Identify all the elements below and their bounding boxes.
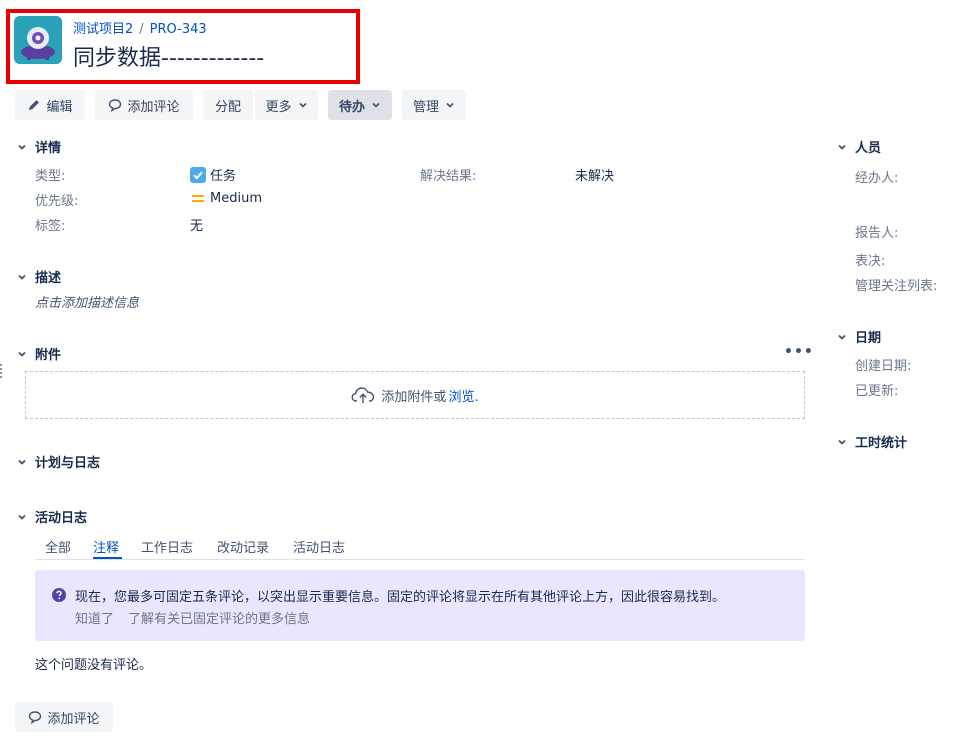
chevron-down-icon: [18, 274, 26, 280]
chevron-down-icon: [838, 439, 846, 445]
comment-icon: [29, 711, 42, 724]
description-heading: 描述: [35, 271, 62, 286]
chevron-down-icon: [18, 144, 26, 150]
more-dropdown[interactable]: 更多: [255, 90, 318, 120]
chevron-down-icon: [372, 102, 380, 108]
question-circle-icon: [52, 588, 66, 602]
planning-heading: 计划与日志: [35, 456, 101, 471]
resolution-value: 未解决: [575, 169, 615, 184]
type-label: 类型:: [35, 169, 66, 184]
assign-button-label: 分配: [214, 99, 241, 115]
notice-learn-more-link[interactable]: 了解有关已固定评论的更多信息: [128, 612, 310, 627]
activity-tabs: 全部 注释 工作日志 改动记录 活动日志: [35, 533, 805, 560]
created-label: 创建日期:: [855, 359, 912, 374]
attachment-dropzone[interactable]: 添加附件或 浏览.: [25, 371, 805, 419]
details-section-toggle[interactable]: 详情: [15, 137, 61, 156]
time-tracking-section-toggle[interactable]: 工时统计: [835, 432, 907, 451]
resolution-label: 解决结果:: [420, 169, 477, 184]
people-section-toggle[interactable]: 人员: [835, 137, 881, 156]
notice-dismiss-link[interactable]: 知道了: [75, 612, 114, 627]
tab-comments[interactable]: 注释: [93, 537, 119, 556]
priority-label: 优先级:: [35, 194, 79, 209]
pinned-comments-notice: 现在，您最多可固定五条评论，以突出显示重要信息。固定的评论将显示在所有其他评论上…: [35, 570, 805, 641]
pencil-icon: [29, 100, 40, 110]
notice-text: 现在，您最多可固定五条评论，以突出显示重要信息。固定的评论将显示在所有其他评论上…: [75, 590, 726, 605]
admin-dropdown[interactable]: 管理: [402, 90, 466, 120]
priority-value-text: Medium: [210, 190, 262, 206]
more-dropdown-label: 更多: [265, 99, 292, 115]
priority-medium-icon: [192, 195, 204, 202]
chevron-down-icon: [838, 334, 846, 340]
description-placeholder[interactable]: 点击添加描述信息: [35, 292, 139, 311]
tab-all[interactable]: 全部: [45, 537, 71, 556]
activity-section-toggle[interactable]: 活动日志: [15, 507, 87, 526]
comment-icon: [109, 99, 122, 112]
updated-label: 已更新:: [855, 384, 899, 399]
attachments-heading: 附件: [35, 348, 62, 363]
activity-heading: 活动日志: [35, 511, 88, 526]
status-dropdown-label: 待办: [338, 99, 365, 115]
attachments-section-toggle[interactable]: 附件: [15, 344, 61, 363]
browse-link[interactable]: 浏览.: [448, 386, 478, 405]
details-heading: 详情: [35, 141, 62, 156]
add-comment-button-label: 添加评论: [127, 99, 180, 115]
active-tab-indicator: [93, 557, 122, 559]
type-value: 任务: [190, 165, 236, 184]
edit-button-label: 编辑: [46, 99, 73, 115]
admin-dropdown-label: 管理: [412, 99, 439, 115]
labels-value[interactable]: 无: [190, 215, 203, 234]
planning-section-toggle[interactable]: 计划与日志: [15, 452, 100, 471]
assign-button[interactable]: 分配: [203, 90, 253, 120]
priority-value: Medium: [190, 190, 262, 206]
add-comment-button[interactable]: 添加评论: [95, 90, 193, 120]
empty-comments-text: 这个问题没有评论。: [35, 658, 153, 673]
chevron-down-icon: [18, 514, 26, 520]
status-dropdown[interactable]: 待办: [328, 90, 392, 120]
type-value-text: 任务: [210, 169, 237, 184]
description-section-toggle[interactable]: 描述: [15, 267, 61, 286]
cloud-upload-icon: [351, 387, 375, 403]
people-heading: 人员: [855, 141, 882, 156]
chevron-down-icon: [838, 144, 846, 150]
tab-worklog[interactable]: 工作日志: [141, 537, 193, 556]
chevron-down-icon: [18, 459, 26, 465]
task-checkbox-icon: [190, 166, 206, 183]
tab-history[interactable]: 改动记录: [217, 537, 269, 556]
watchers-label: 管理关注列表:: [855, 279, 938, 294]
assignee-label: 经办人:: [855, 171, 899, 186]
reporter-label: 报告人:: [855, 226, 899, 241]
highlight-box: [6, 9, 360, 84]
dropzone-text: 添加附件或: [381, 389, 447, 405]
dates-section-toggle[interactable]: 日期: [835, 327, 881, 346]
add-comment-bottom-label: 添加评论: [47, 711, 100, 727]
vote-label: 表决:: [855, 254, 886, 269]
labels-label: 标签:: [35, 219, 66, 234]
tab-activity[interactable]: 活动日志: [293, 537, 345, 556]
dates-heading: 日期: [855, 331, 882, 346]
resize-handle[interactable]: [0, 364, 2, 378]
time-tracking-heading: 工时统计: [855, 436, 908, 451]
chevron-down-icon: [298, 102, 307, 108]
chevron-down-icon: [446, 102, 454, 108]
add-comment-bottom-button[interactable]: 添加评论: [15, 702, 113, 732]
edit-button[interactable]: 编辑: [15, 90, 85, 120]
chevron-down-icon: [18, 351, 26, 357]
attachments-more-button[interactable]: •••: [784, 344, 814, 360]
